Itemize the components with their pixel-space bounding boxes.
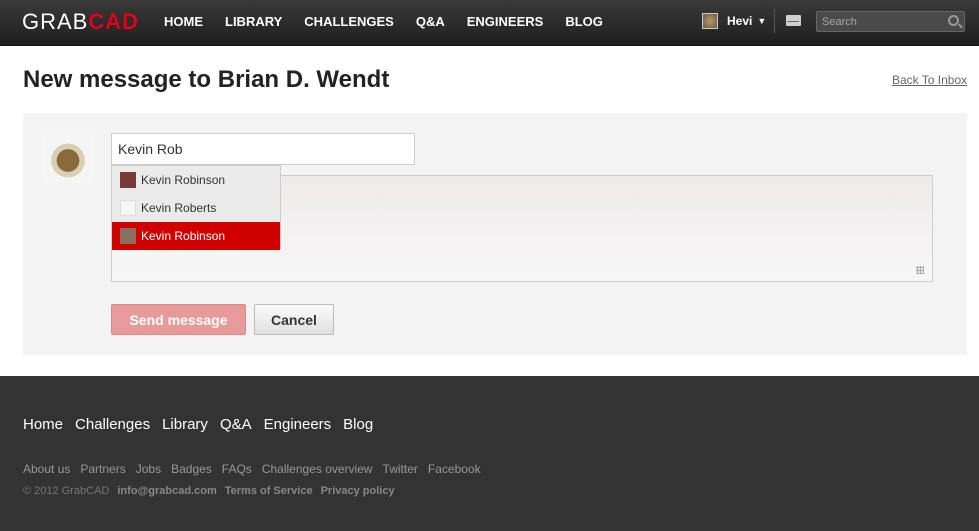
logo-cad-text: CAD — [88, 9, 140, 34]
footer-link-badges[interactable]: Badges — [171, 462, 212, 476]
resize-handle-icon[interactable] — [916, 266, 924, 274]
footer-nav-library[interactable]: Library — [162, 416, 208, 433]
footer-privacy-link[interactable]: Privacy policy — [321, 485, 395, 497]
footer-nav-challenges[interactable]: Challenges — [75, 416, 150, 433]
send-message-button[interactable]: Send message — [111, 304, 246, 335]
footer: Home Challenges Library Q&A Engineers Bl… — [0, 376, 979, 531]
user-name: Hevi — [727, 14, 753, 28]
footer-link-challenges-overview[interactable]: Challenges overview — [262, 462, 373, 476]
nav-qa[interactable]: Q&A — [416, 14, 445, 29]
user-menu[interactable]: Hevi ▼ — [702, 13, 766, 29]
search-box — [816, 11, 965, 32]
divider — [774, 9, 775, 33]
cancel-button[interactable]: Cancel — [254, 304, 334, 335]
footer-links: About us Partners Jobs Badges FAQs Chall… — [23, 462, 491, 476]
chevron-down-icon: ▼ — [757, 16, 767, 26]
user-thumbnail — [120, 228, 136, 244]
top-navigation-bar: GRABCAD HOME LIBRARY CHALLENGES Q&A ENGI… — [0, 0, 979, 46]
footer-nav-home[interactable]: Home — [23, 416, 63, 433]
nav-blog[interactable]: BLOG — [565, 14, 603, 29]
main-nav: HOME LIBRARY CHALLENGES Q&A ENGINEERS BL… — [164, 14, 625, 29]
nav-library[interactable]: LIBRARY — [225, 14, 282, 29]
footer-bottom: © 2012 GrabCAD info@grabcad.com Terms of… — [23, 485, 403, 497]
grabcad-logo[interactable]: GRABCAD — [22, 9, 139, 35]
user-thumbnail — [120, 172, 136, 188]
suggestion-item-active[interactable]: Kevin Robinson — [112, 222, 280, 250]
footer-nav-blog[interactable]: Blog — [343, 416, 373, 433]
recipient-input[interactable]: Kevin Rob — [111, 133, 415, 165]
footer-nav-engineers[interactable]: Engineers — [264, 416, 332, 433]
nav-home[interactable]: HOME — [164, 14, 203, 29]
footer-nav: Home Challenges Library Q&A Engineers Bl… — [23, 416, 385, 433]
logo-grab-text: GRAB — [22, 9, 89, 34]
footer-link-about[interactable]: About us — [23, 462, 70, 476]
suggestion-label: Kevin Robinson — [141, 229, 226, 243]
nav-engineers[interactable]: ENGINEERS — [467, 14, 544, 29]
search-input[interactable] — [817, 12, 937, 32]
footer-link-twitter[interactable]: Twitter — [383, 462, 418, 476]
page-title: New message to Brian D. Wendt — [23, 66, 390, 93]
footer-link-jobs[interactable]: Jobs — [136, 462, 161, 476]
user-avatar — [702, 13, 718, 29]
suggestion-label: Kevin Roberts — [141, 201, 217, 215]
footer-link-facebook[interactable]: Facebook — [428, 462, 481, 476]
copyright-text: © 2012 GrabCAD — [23, 485, 110, 497]
footer-link-faqs[interactable]: FAQs — [222, 462, 252, 476]
message-panel: Kevin Rob Kevin Robinson Kevin Roberts K… — [23, 113, 967, 355]
nav-challenges[interactable]: CHALLENGES — [304, 14, 394, 29]
footer-link-partners[interactable]: Partners — [80, 462, 125, 476]
user-thumbnail — [120, 200, 136, 216]
footer-nav-qa[interactable]: Q&A — [220, 416, 252, 433]
suggestion-item[interactable]: Kevin Robinson — [112, 166, 280, 194]
footer-email-link[interactable]: info@grabcad.com — [117, 485, 216, 497]
back-to-inbox-link[interactable]: Back To Inbox — [892, 73, 967, 87]
avatar — [43, 133, 93, 183]
footer-terms-link[interactable]: Terms of Service — [225, 485, 313, 497]
autocomplete-dropdown: Kevin Robinson Kevin Roberts Kevin Robin… — [111, 165, 281, 250]
search-icon[interactable] — [948, 15, 959, 26]
suggestion-label: Kevin Robinson — [141, 173, 226, 187]
suggestion-item[interactable]: Kevin Roberts — [112, 194, 280, 222]
mail-icon[interactable] — [786, 15, 801, 26]
